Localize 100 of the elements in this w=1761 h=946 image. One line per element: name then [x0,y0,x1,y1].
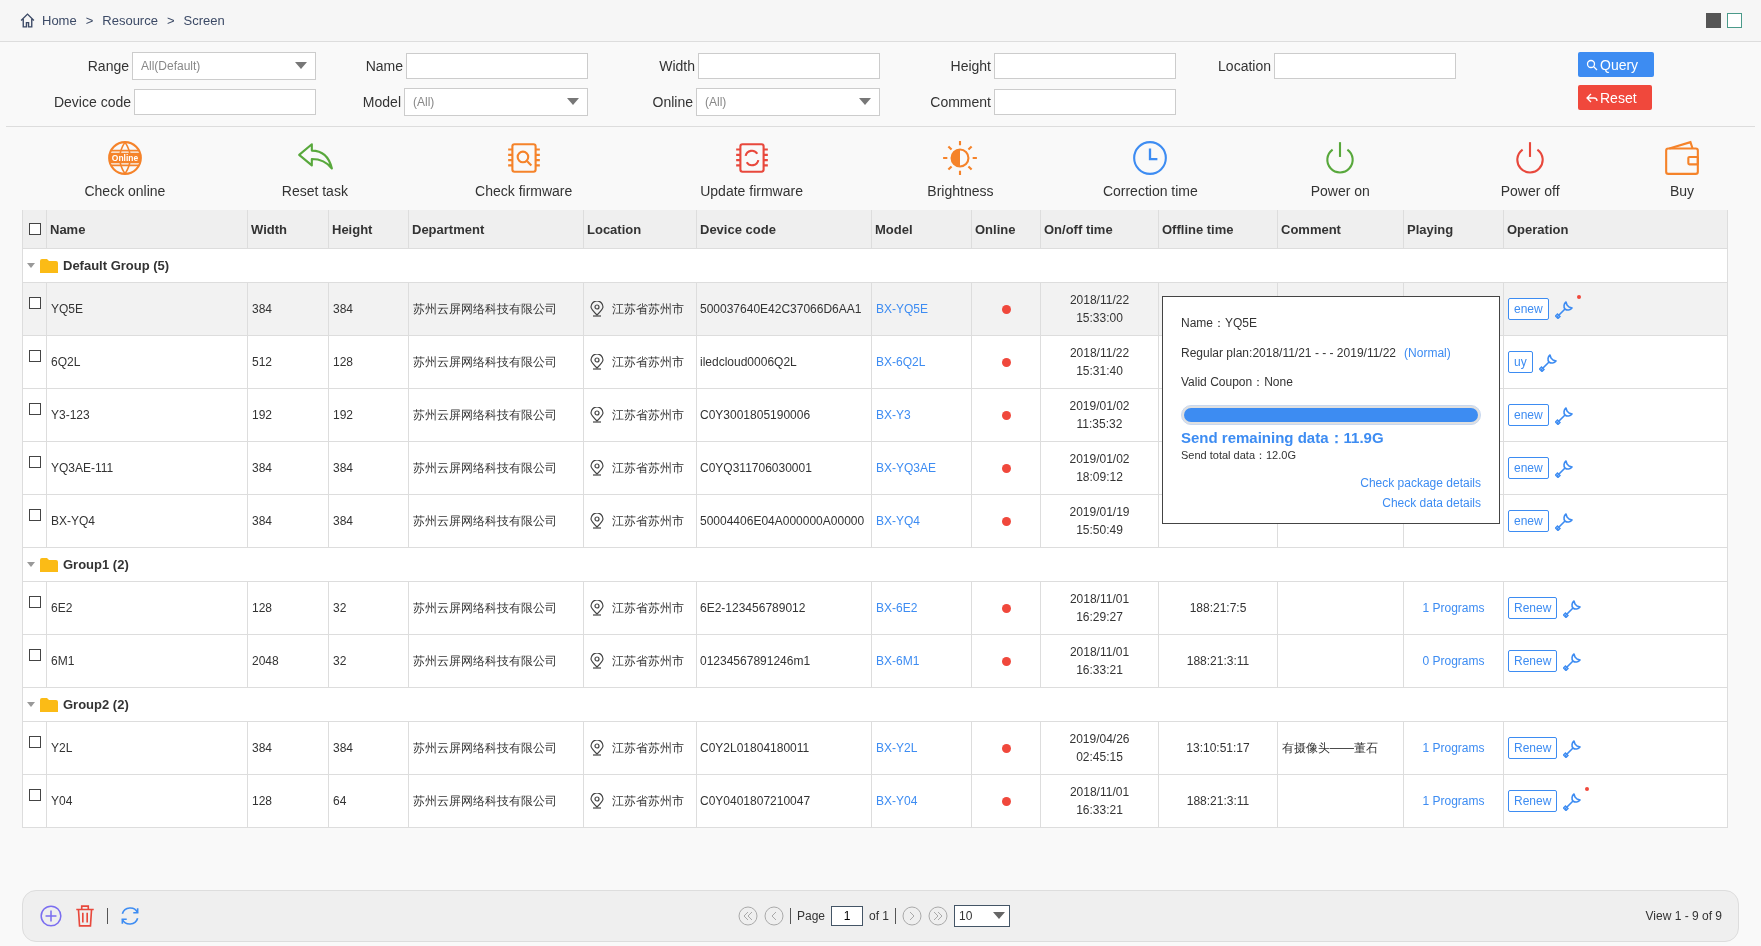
table-cell: 江苏省苏州市 [612,353,684,371]
table-cell: 192 [252,408,273,422]
table-cell: 苏州云屏网络科技有限公司 [413,792,557,810]
table-cell: 江苏省苏州市 [612,512,684,530]
table-cell: 128 [333,355,354,369]
table-cell-text: 2018/11/22 15:33:00 [1069,292,1130,327]
filter-label: Name [365,58,403,74]
table-cell: Y3-123 [51,408,90,422]
table-cell: 江苏省苏州市 [612,406,684,424]
table-cell-text: 2019/01/02 11:35:32 [1069,398,1130,433]
table-cell: 384 [333,461,354,475]
table-cell: 2048 [252,654,279,668]
group-name: Group2 (2) [63,697,129,712]
table-cell: 苏州云屏网络科技有限公司 [413,406,557,424]
popup-text: Send total data：12.0G [1181,448,1297,463]
table-cell: 384 [333,741,354,755]
plan-status: (Normal) [1404,346,1451,360]
table-cell: 苏州云屏网络科技有限公司 [413,652,557,670]
table-cell-text: 2018/11/22 15:31:40 [1069,345,1130,380]
table-cell: 50004406E04A000000A00000 [700,514,865,528]
table-cell: iledcloud0006Q2L [700,355,797,369]
column-header: Model [875,221,913,237]
filter-label: Comment [930,94,991,110]
table-cell-text: 2019/01/02 18:09:12 [1069,451,1130,486]
table-cell: YQ5E [51,302,83,316]
table-cell: 384 [252,461,273,475]
column-header: On/off time [1044,221,1113,237]
table-cell: 384 [333,302,354,316]
page-label: Page [797,909,826,923]
table-cell: 江苏省苏州市 [612,792,684,810]
table-cell: C0Y2L01804180011 [700,741,810,755]
table-cell: 6E2-123456789012 [700,601,806,615]
popup-text: Valid Coupon：None [1181,374,1294,391]
table-cell-text: 2019/04/26 02:45:15 [1069,731,1130,766]
breadcrumb-separator: > [85,13,94,28]
column-header: Location [587,221,642,237]
table-cell: 01234567891246m1 [700,654,811,668]
table-cell: 384 [333,514,354,528]
column-header: Playing [1407,221,1454,237]
table-cell: 384 [252,741,273,755]
filter-label: Height [950,58,991,74]
table-cell: 188:21:7:5 [1189,601,1247,615]
column-header: Width [251,221,287,237]
table-cell: Y04 [51,794,73,808]
column-header: Device code [700,221,776,237]
table-cell: 6E2 [51,601,73,615]
table-cell: 128 [252,601,273,615]
table-cell: 512 [252,355,273,369]
page-count: of 1 [869,909,890,923]
table-cell: 32 [333,654,347,668]
table-cell: 32 [333,601,347,615]
table-cell: Y2L [51,741,73,755]
table-cell: 江苏省苏州市 [612,459,684,477]
table-cell: 江苏省苏州市 [612,300,684,318]
table-cell: 苏州云屏网络科技有限公司 [413,459,557,477]
breadcrumb-separator: > [166,13,175,28]
table-cell: C0YQ311706030001 [700,461,812,475]
table-cell: YQ3AE-111 [51,461,114,475]
column-header: Operation [1507,221,1569,237]
column-header: Online [975,221,1016,237]
table-cell-text: 2018/11/01 16:33:21 [1069,784,1130,819]
filter-label: Online [652,94,693,110]
table-cell: 384 [252,302,273,316]
filter-label: Device code [53,94,131,110]
group-name: Group1 (2) [63,557,129,572]
table-cell: C0Y3001805190006 [700,408,811,422]
globe-icon: Online [105,138,144,177]
column-header: Department [412,221,485,237]
table-cell: 64 [333,794,347,808]
column-header: Name [50,221,86,237]
table-cell: 188:21:3:11 [1186,794,1250,808]
table-cell: 苏州云屏网络科技有限公司 [413,300,557,318]
table-cell: 江苏省苏州市 [612,739,684,757]
table-cell: 江苏省苏州市 [612,599,684,617]
table-cell: 江苏省苏州市 [612,652,684,670]
group-name: Default Group (5) [63,258,170,273]
filter-label: Model [362,94,401,110]
table-cell: 有摄像头——董石 [1282,739,1378,757]
filter-label: Width [659,58,695,74]
popup-text: Name：YQ5E [1181,315,1259,332]
table-cell: 128 [252,794,273,808]
table-cell: 6Q2L [51,355,81,369]
table-cell: 13:10:51:17 [1186,741,1250,755]
column-header: Offline time [1162,221,1234,237]
table-cell: C0Y0401807210047 [700,794,811,808]
column-header: Height [332,221,373,237]
table-cell: 6M1 [51,654,75,668]
filter-label: Location [1218,58,1271,74]
table-cell: 500037640E42C37066D6AA1 [700,302,862,316]
table-cell: BX-YQ4 [51,514,95,528]
table-cell: 192 [333,408,354,422]
table-cell-text: 2018/11/01 16:33:21 [1069,644,1130,679]
filter-label: Range [87,58,129,74]
table-cell: 188:21:3:11 [1186,654,1250,668]
table-cell: 苏州云屏网络科技有限公司 [413,353,557,371]
column-header: Comment [1281,221,1341,237]
table-cell: 苏州云屏网络科技有限公司 [413,512,557,530]
table-cell-text: 2019/01/19 15:50:49 [1069,504,1130,539]
table-cell: 苏州云屏网络科技有限公司 [413,599,557,617]
table-cell: 384 [252,514,273,528]
